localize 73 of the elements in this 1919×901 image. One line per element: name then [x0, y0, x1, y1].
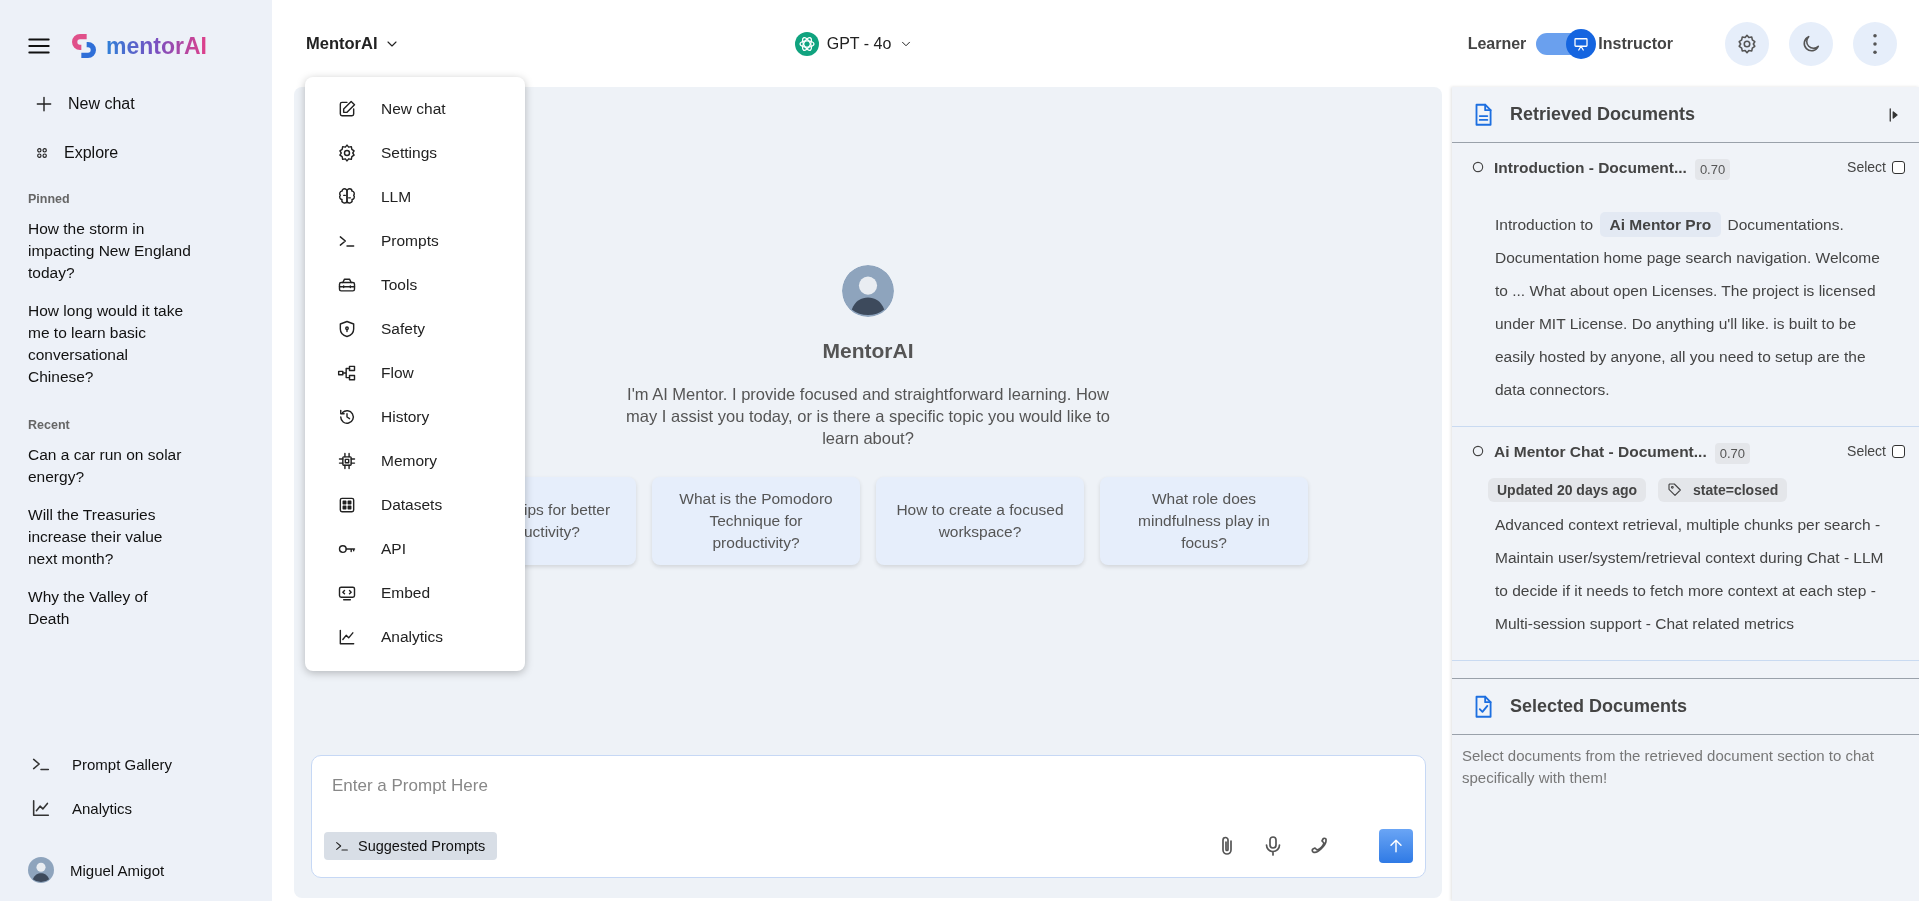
sidebar-link[interactable]: Prompt Gallery [0, 743, 272, 787]
send-button[interactable] [1379, 829, 1413, 863]
tag-icon [1667, 482, 1684, 498]
settings-icon [1736, 32, 1758, 55]
select-label: Select [1847, 159, 1886, 175]
document-snippet: Introduction to Ai Mentor Pro Documentations. Documentation home page search navigation. Welcome to ... What about open Licenses. The project is licensed under MIT License. Do anything u'll like. is built to be easily hosted by anyone, all you need to setup are the data connectors. [1470, 208, 1895, 406]
edit-icon [337, 99, 357, 119]
prompt-input[interactable]: Enter a Prompt Here [324, 772, 1413, 800]
avatar [28, 857, 54, 883]
mode-label: Learner [1467, 34, 1527, 53]
more-icon [1873, 33, 1877, 54]
moon-button[interactable] [1789, 21, 1833, 66]
chat-history-item[interactable]: Why the Valley of Death [0, 586, 192, 646]
brain-icon [337, 187, 357, 207]
panel-title: Retrieved Documents [1510, 104, 1696, 125]
user-name: Miguel Amigot [70, 861, 165, 879]
sidebar-action[interactable]: Explore [0, 130, 272, 178]
section-heading: Recent [27, 417, 71, 434]
suggestion-card[interactable]: How to create a focused workspace? [876, 477, 1084, 565]
chart-icon [30, 797, 52, 819]
circle-icon [1470, 159, 1486, 175]
score-badge: 0.70 [1714, 443, 1750, 464]
score-badge: 0.70 [1694, 159, 1731, 180]
monitor-icon [337, 583, 357, 603]
chat-history-item[interactable]: Can a car run on solar energy? [0, 444, 192, 504]
chat-history-item[interactable]: Will the Treasuries increase their value next month? [0, 504, 192, 586]
menu-item[interactable]: Safety [305, 307, 525, 351]
grid-icon [337, 495, 357, 515]
empty-hint: Select documents from the retrieved document section to chat specifically with them! [1461, 746, 1875, 788]
chip-icon [337, 451, 357, 471]
shield-icon [337, 319, 357, 339]
explore-icon [34, 145, 50, 161]
model-logo-icon [794, 31, 819, 56]
document-title[interactable]: Introduction - Document... [1494, 159, 1687, 177]
select-label: Select [1847, 443, 1886, 459]
menu-item[interactable]: History [305, 395, 525, 439]
tag: Updated 20 days ago [1488, 478, 1647, 502]
select-checkbox[interactable] [1892, 160, 1905, 174]
menu-item[interactable]: Prompts [305, 219, 525, 263]
chat-history-item[interactable]: How long would it take me to learn basic conversational Chinese? [0, 300, 192, 404]
select-checkbox[interactable] [1892, 444, 1905, 458]
document-snippet: Advanced context retrieval, multiple chunks per search - Maintain user/system/retrieval context during Chat - LLM to decide if it needs to fetch more context at each step - Multi-session support - Chat related metrics [1494, 515, 1885, 634]
plus-icon [34, 94, 54, 114]
suggestion-card[interactable]: What is the Pomodoro Technique for productivity? [652, 477, 860, 565]
model-selector[interactable]: GPT - 4o [788, 30, 920, 57]
menu-item[interactable]: New chat [305, 87, 525, 131]
toolbox-icon [337, 275, 357, 295]
menu-item[interactable]: Embed [305, 571, 525, 615]
suggestion-card[interactable]: What role does mindfulness play in focus? [1100, 477, 1308, 565]
menu-item[interactable]: Analytics [305, 615, 525, 659]
menu-item[interactable]: LLM [305, 175, 525, 219]
welcome-message: I'm AI Mentor. I provide focused and straightforward learning. How may I assist you today, or is there a specific topic you would like to learn about? [625, 384, 1111, 449]
menu-item[interactable]: Tools [305, 263, 525, 307]
tag: state=closed [1658, 478, 1788, 502]
chat-history-item[interactable]: How the storm in impacting New England today? [0, 218, 192, 300]
agent-selector[interactable]: MentorAI [306, 34, 400, 53]
chart-icon [337, 627, 357, 647]
menu-item[interactable]: Settings [305, 131, 525, 175]
sidebar-link[interactable]: Analytics [0, 787, 272, 831]
avatar [842, 265, 894, 317]
sidebar-action[interactable]: New chat [0, 80, 272, 130]
mentor-name: MentorAI [822, 339, 914, 363]
section-heading: Pinned [27, 191, 71, 208]
document-title[interactable]: Ai Mentor Chat - Document... [1494, 443, 1707, 461]
menu-item[interactable]: Flow [305, 351, 525, 395]
mode-label: Instructor [1598, 34, 1673, 53]
panel-title: Selected Documents [1510, 696, 1688, 717]
flowchart-icon [337, 363, 357, 383]
circle-icon [1470, 443, 1486, 459]
settings-icon [337, 143, 357, 163]
settings-button[interactable] [1725, 21, 1769, 66]
history-icon [337, 407, 357, 427]
suggested-prompts-button[interactable]: Suggested Prompts [324, 832, 498, 860]
